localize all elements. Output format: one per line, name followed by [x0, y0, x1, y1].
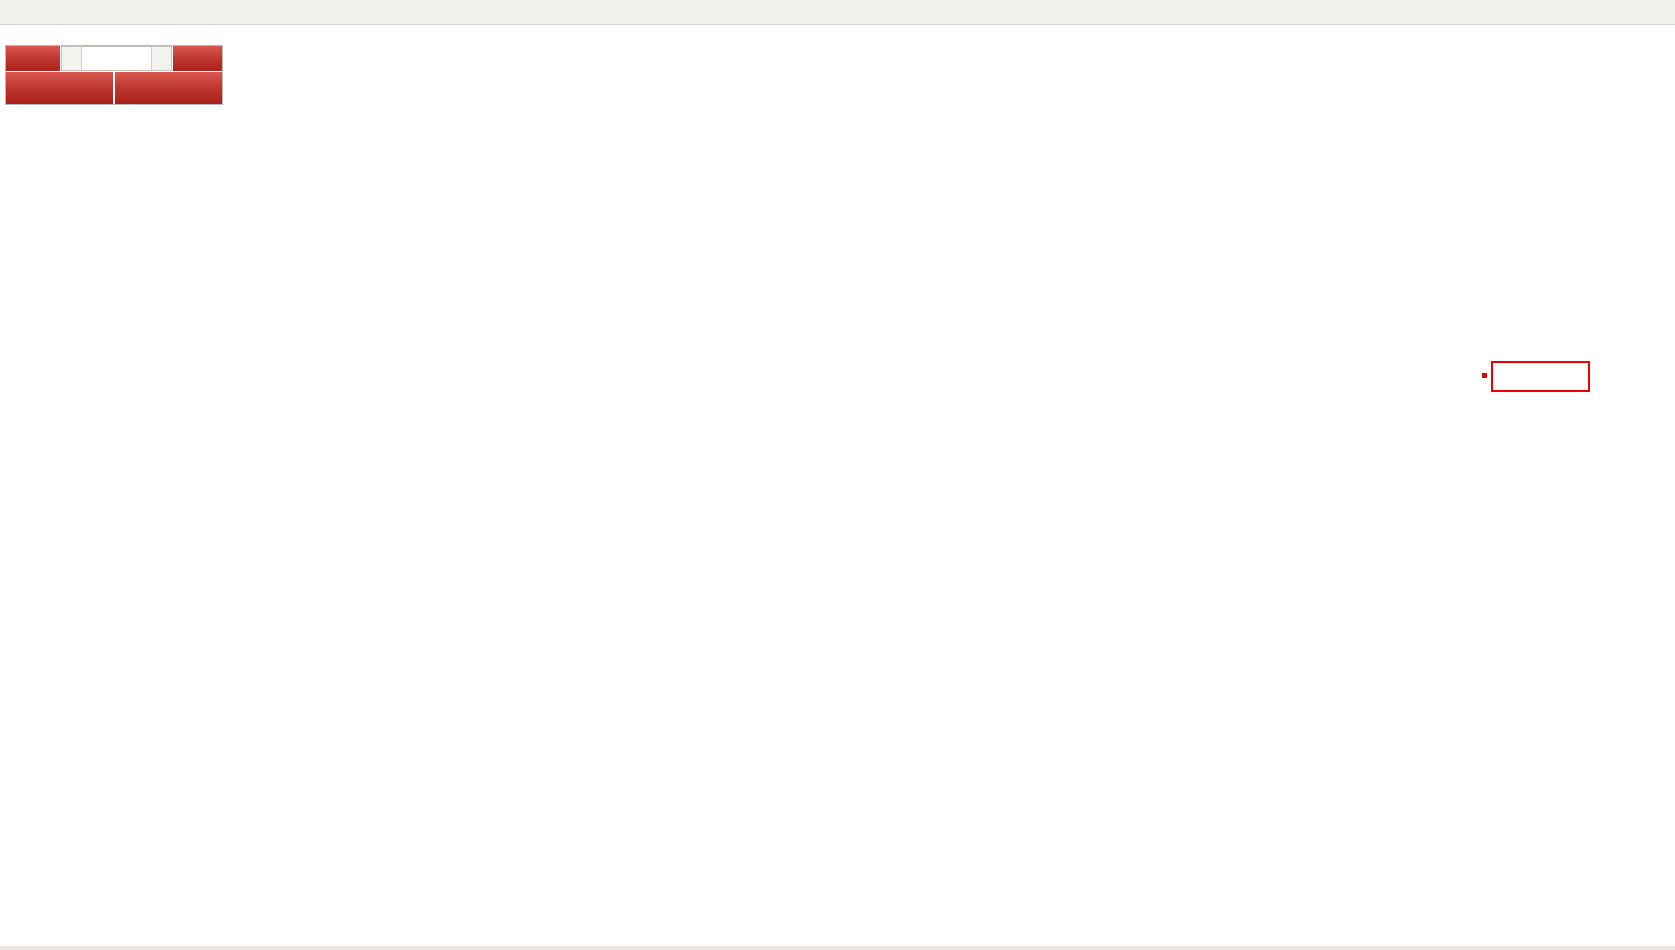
sell-button[interactable]: [6, 46, 60, 71]
callout-anchor-square[interactable]: [1482, 373, 1487, 378]
macd-pane-label: [6, 566, 16, 578]
volume-stepper: [61, 46, 172, 71]
price-callout[interactable]: [1491, 361, 1590, 392]
bottom-strip: [0, 946, 1675, 950]
volume-down-button[interactable]: [62, 47, 82, 70]
chart-title: [7, 28, 17, 40]
volume-input[interactable]: [82, 47, 151, 70]
rsi-pane-label: [6, 765, 11, 777]
buy-button[interactable]: [173, 46, 222, 71]
price-chart-canvas[interactable]: [0, 0, 1675, 950]
one-click-trading-widget: [6, 46, 222, 104]
volume-up-button[interactable]: [151, 47, 171, 70]
sell-price-button[interactable]: [6, 72, 113, 104]
toolbar: [0, 0, 1675, 25]
buy-price-button[interactable]: [115, 72, 222, 104]
